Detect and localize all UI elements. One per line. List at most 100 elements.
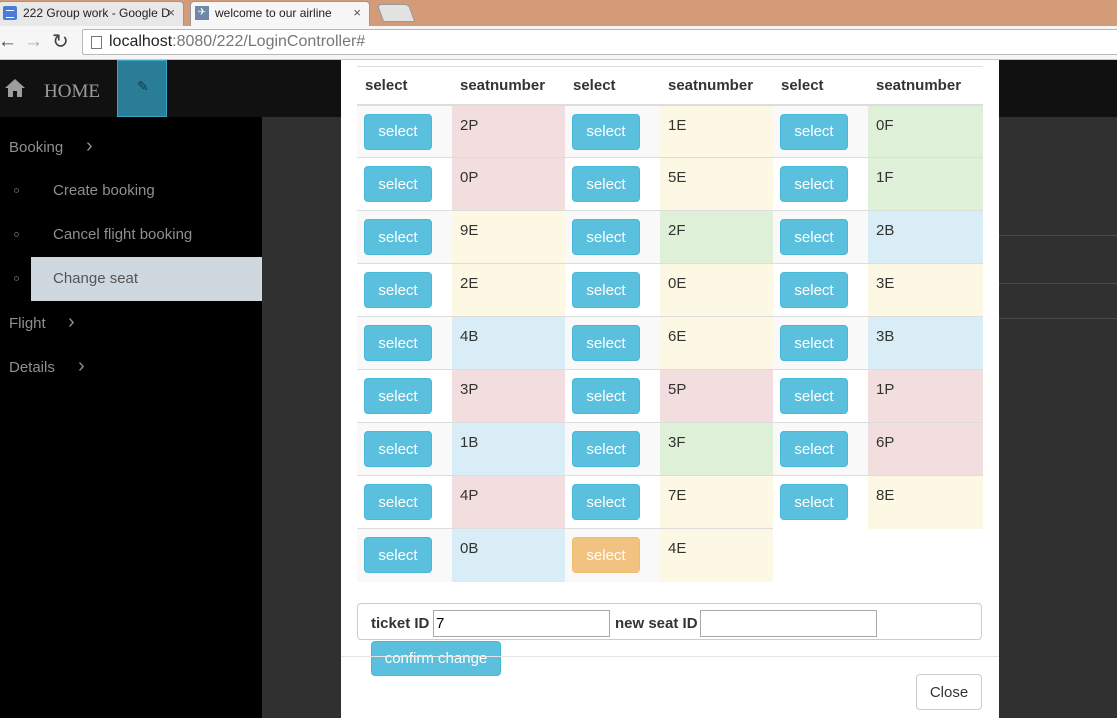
reload-icon[interactable]: ↻ [52,31,69,53]
select-seat-button[interactable]: select [364,113,432,150]
column-header: seatnumber [452,66,565,106]
select-cell: select [565,475,660,529]
sidebar-item-change-seat[interactable]: Change seat [0,257,262,301]
select-cell: select [565,157,660,211]
seat-number-cell: 5P [660,369,773,423]
forward-icon[interactable]: → [24,31,43,53]
sidebar-item-flight[interactable]: Flight [9,315,46,332]
seat-number-cell: 1E [660,104,773,158]
select-cell: select [357,422,452,476]
seat-number-cell: 3E [868,263,983,317]
select-seat-button[interactable]: select [364,484,432,520]
select-seat-button[interactable]: select [780,325,848,361]
select-seat-button[interactable]: select [780,113,848,150]
select-cell: select [773,422,868,476]
select-seat-button[interactable]: select [364,166,432,202]
bullet-icon [14,276,19,281]
select-seat-button[interactable]: select [364,325,432,361]
url-text[interactable]: localhost:8080/222/LoginController# [109,33,365,51]
home-link[interactable]: HOME [44,81,100,103]
sidebar-item-label: Change seat [53,270,139,287]
chevron-right-icon[interactable]: › [78,356,85,376]
seat-number-cell: 3P [452,369,565,423]
back-icon[interactable]: ← [0,31,17,53]
seat-number-cell: 0B [452,528,565,582]
ticket-id-input[interactable] [433,610,610,637]
select-seat-button[interactable]: select [572,272,640,308]
new-tab-button[interactable] [376,4,416,22]
column-header: seatnumber [868,66,983,106]
column-header: select [357,66,452,106]
tab-title: 222 Group work - Google D [23,6,170,20]
tab-close-icon[interactable]: × [167,2,175,24]
select-cell: select [773,316,868,370]
select-seat-button[interactable]: select [572,113,640,150]
seat-number-cell: 0E [660,263,773,317]
seat-number-cell: 8E [868,475,983,529]
tab-close-icon[interactable]: × [353,2,361,24]
select-seat-button[interactable]: select [572,484,640,520]
browser-toolbar: ← → ↻ localhost:8080/222/LoginController… [0,26,1117,60]
divider [998,283,1117,284]
seat-number-cell: 2B [868,210,983,264]
table-header-row: select seatnumber select seatnumber sele… [357,66,983,106]
select-seat-button[interactable]: select [572,219,640,255]
select-cell: select [773,157,868,211]
select-seat-button[interactable]: select [364,537,432,573]
table-row: select 3P select 5P select 1P [357,369,983,423]
divider [998,318,1117,319]
select-seat-button[interactable]: select [572,166,640,202]
select-seat-button[interactable]: select [780,378,848,414]
change-seat-modal: select seatnumber select seatnumber sele… [341,60,999,718]
select-seat-button[interactable]: select [572,378,640,414]
select-seat-button[interactable]: select [364,431,432,467]
tab-google-docs[interactable]: 222 Group work - Google D × [0,1,184,26]
edit-button[interactable]: ✎ [117,60,167,117]
select-cell: select [773,263,868,317]
column-header: select [565,66,660,106]
table-row: select 0B select 4E [357,528,983,582]
table-row: select 1B select 3F select 6P [357,422,983,476]
divider [998,235,1117,236]
chevron-right-icon[interactable]: › [68,312,75,332]
empty-cell [773,528,868,582]
confirm-change-button[interactable]: confirm change [371,641,501,676]
browser-tab-bar: 222 Group work - Google D × ✈ welcome to… [0,0,1117,26]
seat-number-cell: 4P [452,475,565,529]
select-seat-button[interactable]: select [780,484,848,520]
sidebar-item-details[interactable]: Details [9,359,55,376]
bullet-icon [14,232,19,237]
airplane-icon: ✈ [195,6,209,20]
select-seat-button[interactable]: select [572,325,640,361]
select-cell: select [357,528,452,582]
chevron-right-icon[interactable]: › [86,136,93,156]
seat-number-cell: 2P [452,104,565,158]
home-icon[interactable] [4,77,26,99]
modal-footer-divider [341,656,999,657]
select-seat-button[interactable]: select [780,431,848,467]
select-seat-button[interactable]: select [572,431,640,467]
pencil-icon: ✎ [137,78,149,94]
address-bar[interactable]: localhost:8080/222/LoginController# [82,29,1117,55]
select-seat-button[interactable]: select [780,272,848,308]
select-cell: select [773,369,868,423]
select-cell: select [565,422,660,476]
sidebar-item-create-booking[interactable]: Create booking [0,169,262,213]
select-seat-button[interactable]: select [364,219,432,255]
seat-number-cell: 1P [868,369,983,423]
select-cell: select [357,316,452,370]
sidebar-item-cancel-flight-booking[interactable]: Cancel flight booking [0,213,262,257]
select-seat-button[interactable]: select [364,272,432,308]
tab-title: welcome to our airline [215,6,332,20]
select-cell: select [357,104,452,158]
select-seat-button[interactable]: select [780,166,848,202]
select-seat-button[interactable]: select [572,537,640,573]
close-button[interactable]: Close [916,674,982,710]
select-cell: select [357,369,452,423]
new-seat-id-input[interactable] [700,610,877,637]
select-seat-button[interactable]: select [780,219,848,255]
tab-airline[interactable]: ✈ welcome to our airline × [190,1,370,26]
sidebar-item-booking[interactable]: Booking [9,139,63,156]
table-row: select 4B select 6E select 3B [357,316,983,370]
select-seat-button[interactable]: select [364,378,432,414]
